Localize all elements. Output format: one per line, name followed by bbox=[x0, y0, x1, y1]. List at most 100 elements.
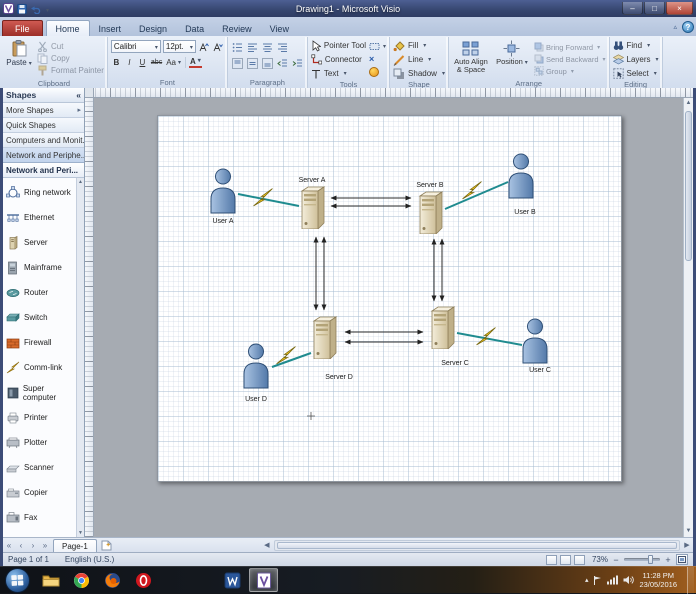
line-button[interactable]: Line bbox=[393, 53, 445, 66]
tab-design[interactable]: Design bbox=[130, 21, 176, 36]
format-painter-button[interactable]: Format Painter bbox=[37, 64, 104, 76]
stencil-item-comm-link[interactable]: Comm-link bbox=[6, 355, 75, 380]
user-a-shape[interactable] bbox=[210, 168, 236, 214]
shadow-button[interactable]: Shadow bbox=[393, 67, 445, 80]
vertical-scroll-thumb[interactable] bbox=[685, 111, 692, 261]
tray-expand-icon[interactable] bbox=[585, 576, 589, 584]
save-icon[interactable] bbox=[17, 3, 27, 14]
zoom-slider[interactable] bbox=[624, 555, 660, 564]
position-button[interactable]: Position bbox=[493, 39, 531, 79]
fill-button[interactable]: Fill bbox=[393, 39, 445, 52]
tab-data[interactable]: Data bbox=[176, 21, 213, 36]
scroll-down-icon[interactable] bbox=[78, 530, 83, 536]
start-button[interactable] bbox=[5, 567, 30, 593]
stencil-item-plotter[interactable]: Plotter bbox=[6, 430, 75, 455]
minimize-ribbon-icon[interactable] bbox=[673, 23, 677, 31]
align-top-button[interactable] bbox=[231, 57, 244, 70]
first-page-button[interactable]: « bbox=[3, 541, 15, 550]
show-desktop-button[interactable] bbox=[687, 566, 694, 594]
network-peripherals-section[interactable]: Network and Periphe... bbox=[3, 148, 84, 163]
strikethrough-button[interactable]: abc bbox=[150, 56, 163, 68]
shrink-font-button[interactable] bbox=[212, 41, 224, 53]
stencil-item-super-computer[interactable]: Super computer bbox=[6, 380, 75, 405]
help-icon[interactable]: ? bbox=[682, 21, 694, 33]
stencil-item-fax[interactable]: Fax bbox=[6, 505, 75, 530]
grow-font-button[interactable] bbox=[198, 41, 210, 53]
server-c-shape[interactable] bbox=[431, 306, 455, 349]
horizontal-scroll-track[interactable] bbox=[273, 539, 680, 551]
stencil-item-mainframe[interactable]: Mainframe bbox=[6, 255, 75, 280]
group-button[interactable]: Group bbox=[534, 65, 606, 77]
find-button[interactable]: Find bbox=[613, 39, 659, 52]
horizontal-scrollbar[interactable]: ◀ ▶ bbox=[261, 538, 693, 552]
user-c-shape[interactable] bbox=[522, 318, 548, 364]
comm-link-user-d[interactable] bbox=[271, 352, 312, 368]
italic-button[interactable]: I bbox=[124, 56, 135, 68]
user-b-shape[interactable] bbox=[508, 153, 534, 199]
select-button[interactable]: Select bbox=[612, 67, 659, 80]
text-tool-button[interactable]: Text bbox=[311, 67, 366, 80]
more-shapes-section[interactable]: More Shapes bbox=[3, 103, 84, 118]
send-backward-button[interactable]: Send Backward bbox=[534, 53, 606, 65]
taskbar-opera-icon[interactable] bbox=[129, 568, 158, 592]
align-right-button[interactable] bbox=[276, 41, 289, 54]
font-family-combo[interactable]: Calibri bbox=[110, 40, 161, 53]
align-center-button[interactable] bbox=[261, 41, 274, 54]
scroll-up-icon[interactable] bbox=[78, 179, 83, 185]
action-center-icon[interactable] bbox=[593, 575, 602, 586]
comm-link-bolt-b[interactable] bbox=[462, 181, 482, 200]
font-size-combo[interactable]: 12pt. bbox=[162, 40, 196, 53]
stencil-item-ring-network[interactable]: Ring network bbox=[6, 180, 75, 205]
stencil-item-copier[interactable]: Copier bbox=[6, 480, 75, 505]
taskbar-explorer-icon[interactable] bbox=[36, 568, 65, 592]
volume-icon[interactable] bbox=[623, 575, 635, 585]
pointer-tool-button[interactable]: Pointer Tool bbox=[311, 39, 366, 52]
qat-dropdown-icon[interactable] bbox=[44, 4, 49, 14]
align-left-button[interactable] bbox=[246, 41, 259, 54]
undo-icon[interactable] bbox=[30, 4, 41, 14]
page-1-tab[interactable]: Page-1 bbox=[53, 538, 97, 553]
zoom-slider-thumb[interactable] bbox=[648, 555, 653, 564]
visio-app-icon[interactable] bbox=[3, 3, 14, 14]
computers-monitors-section[interactable]: Computers and Monit... bbox=[3, 133, 84, 148]
server-b-shape[interactable] bbox=[419, 191, 443, 234]
quick-shapes-section[interactable]: Quick Shapes bbox=[3, 118, 84, 133]
close-button[interactable]: × bbox=[666, 2, 693, 15]
zoom-out-button[interactable]: − bbox=[611, 554, 621, 565]
server-a-shape[interactable] bbox=[301, 186, 325, 229]
taskbar-word-icon[interactable] bbox=[218, 568, 247, 592]
ellipse-tool-button[interactable] bbox=[369, 66, 386, 78]
stencil-item-firewall[interactable]: Firewall bbox=[6, 330, 75, 355]
change-case-button[interactable]: Aa bbox=[165, 56, 182, 68]
rectangle-tool-button[interactable] bbox=[369, 40, 386, 52]
tab-review[interactable]: Review bbox=[213, 21, 261, 36]
copy-button[interactable]: Copy bbox=[37, 52, 104, 64]
next-page-button[interactable]: › bbox=[27, 541, 39, 550]
layers-button[interactable]: Layers bbox=[612, 53, 659, 66]
scroll-down-arrow[interactable] bbox=[684, 526, 693, 537]
connector-tool-button[interactable]: Connector bbox=[311, 53, 366, 66]
tab-insert[interactable]: Insert bbox=[90, 21, 131, 36]
comm-link-user-a[interactable] bbox=[237, 193, 300, 207]
paste-button[interactable]: Paste bbox=[4, 38, 34, 79]
stencil-item-server[interactable]: Server bbox=[6, 230, 75, 255]
insert-page-button[interactable] bbox=[101, 540, 113, 551]
scroll-right-arrow[interactable]: ▶ bbox=[681, 541, 693, 549]
stencil-item-scanner[interactable]: Scanner bbox=[6, 455, 75, 480]
font-color-button[interactable]: A bbox=[189, 56, 202, 68]
tab-file[interactable]: File bbox=[2, 20, 43, 36]
bring-forward-button[interactable]: Bring Forward bbox=[534, 41, 606, 53]
stencil-item-printer[interactable]: Printer bbox=[6, 405, 75, 430]
taskbar-firefox-icon[interactable] bbox=[98, 568, 127, 592]
language-status[interactable]: English (U.S.) bbox=[65, 555, 114, 564]
view-normal-button[interactable] bbox=[546, 554, 557, 565]
zoom-level[interactable]: 73% bbox=[588, 555, 608, 564]
previous-page-button[interactable]: ‹ bbox=[15, 541, 27, 550]
taskbar-visio-icon[interactable] bbox=[249, 568, 278, 592]
drawing-page[interactable]: User A User B User C User D Server A Ser… bbox=[157, 115, 622, 482]
scroll-left-arrow[interactable]: ◀ bbox=[261, 541, 273, 549]
stencil-item-switch[interactable]: Switch bbox=[6, 305, 75, 330]
stencil-scrollbar[interactable] bbox=[76, 178, 84, 537]
user-d-shape[interactable] bbox=[243, 343, 269, 389]
bullets-button[interactable] bbox=[231, 41, 244, 54]
